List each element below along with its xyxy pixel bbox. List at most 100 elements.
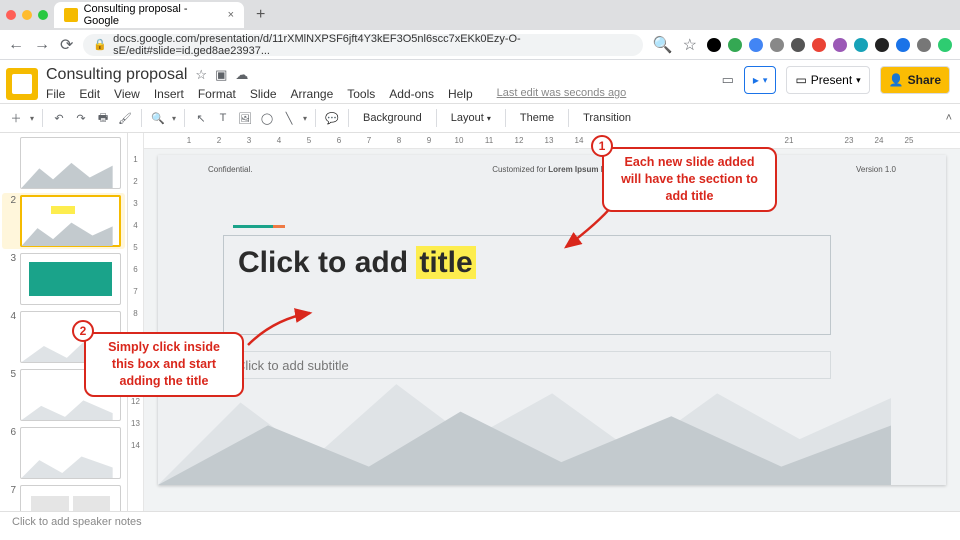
annotation-badge-2: 2 bbox=[72, 320, 94, 342]
forward-icon[interactable]: → bbox=[34, 36, 50, 54]
slide-thumbnail[interactable] bbox=[20, 137, 121, 189]
image-tool-icon[interactable]: 🖼 bbox=[237, 112, 253, 125]
tab-title: Consulting proposal - Google bbox=[84, 3, 222, 27]
paint-format-icon[interactable]: 🖌 bbox=[117, 112, 133, 125]
textbox-tool-icon[interactable]: T bbox=[215, 112, 231, 124]
transition-button[interactable]: Transition bbox=[577, 109, 637, 127]
collapse-toolbar-icon[interactable]: ˄ bbox=[946, 112, 952, 124]
select-tool-icon[interactable]: ↖ bbox=[193, 112, 209, 125]
annotation-callout-2: Simply click inside this box and start a… bbox=[84, 332, 244, 397]
workspace: 2 3 4 5 6 7 8 1 2 3 4 5 6 7 8 9 10 11 12… bbox=[0, 133, 960, 511]
back-icon[interactable]: ← bbox=[8, 36, 24, 54]
ext-icon[interactable] bbox=[791, 38, 805, 52]
menu-slide[interactable]: Slide bbox=[250, 87, 277, 101]
confidential-label: Confidential. bbox=[208, 165, 252, 174]
share-button[interactable]: 👤 Share bbox=[880, 66, 950, 94]
zoom-dropdown[interactable]: 🔍 bbox=[150, 112, 166, 125]
move-doc-icon[interactable]: ▣ bbox=[215, 67, 227, 83]
shape-tool-icon[interactable]: ◯ bbox=[259, 112, 275, 125]
slide-number: 3 bbox=[6, 253, 16, 264]
lock-icon: 🔒 bbox=[93, 38, 107, 51]
menu-help[interactable]: Help bbox=[448, 87, 473, 101]
filmstrip[interactable]: 2 3 4 5 6 7 8 bbox=[0, 133, 128, 511]
ext-icon[interactable] bbox=[728, 38, 742, 52]
url-text: docs.google.com/presentation/d/11rXMlNXP… bbox=[113, 33, 633, 57]
window-max-dot[interactable] bbox=[38, 10, 48, 20]
slide-thumbnail[interactable] bbox=[20, 427, 121, 479]
annotation-callout-1: Each new slide added will have the secti… bbox=[602, 147, 777, 212]
undo-icon[interactable]: ↶ bbox=[51, 112, 67, 125]
ext-icon[interactable] bbox=[707, 38, 721, 52]
comments-icon[interactable]: ▭ bbox=[722, 72, 734, 88]
slide-thumbnail[interactable] bbox=[20, 253, 121, 305]
new-slide-button[interactable]: ＋ bbox=[8, 110, 24, 126]
canvas-area: 123456789101112131421232425 Confidential… bbox=[144, 133, 960, 511]
ext-icon[interactable] bbox=[896, 38, 910, 52]
menu-edit[interactable]: Edit bbox=[79, 87, 100, 101]
theme-button[interactable]: Theme bbox=[514, 109, 560, 127]
title-text: Click to add title bbox=[238, 246, 816, 281]
address-bar[interactable]: 🔒 docs.google.com/presentation/d/11rXMlN… bbox=[83, 34, 642, 56]
zoom-icon[interactable]: 🔍 bbox=[653, 35, 673, 55]
layout-button[interactable]: Layout ▾ bbox=[445, 109, 497, 127]
menu-format[interactable]: Format bbox=[198, 87, 236, 101]
new-tab-button[interactable]: + bbox=[250, 6, 271, 24]
redo-icon[interactable]: ↷ bbox=[73, 112, 89, 125]
tab-close-icon[interactable]: × bbox=[228, 9, 234, 21]
document-title[interactable]: Consulting proposal bbox=[46, 66, 187, 84]
browser-tab[interactable]: Consulting proposal - Google × bbox=[54, 2, 244, 28]
star-icon[interactable]: ☆ bbox=[683, 35, 697, 55]
ruler-vertical: 1 2 3 4 5 6 7 8 9 10 11 12 13 14 bbox=[128, 133, 144, 511]
window-close-dot[interactable] bbox=[6, 10, 16, 20]
slide-number: 6 bbox=[6, 427, 16, 438]
toolbar: ＋▾ ↶ ↷ 🖶 🖌 🔍▾ ↖ T 🖼 ◯ ╲▾ 💬 Background La… bbox=[0, 103, 960, 133]
ext-icon[interactable] bbox=[749, 38, 763, 52]
print-icon[interactable]: 🖶 bbox=[95, 109, 111, 128]
window-min-dot[interactable] bbox=[22, 10, 32, 20]
ext-icon[interactable] bbox=[917, 38, 931, 52]
extensions-area bbox=[707, 38, 952, 52]
slide-number: 5 bbox=[6, 369, 16, 380]
annotation-arrow-2 bbox=[244, 309, 314, 349]
slide-number: 4 bbox=[6, 311, 16, 322]
annotation-badge-1: 1 bbox=[591, 135, 613, 157]
slide-header: Confidential. Customized for Lorem Ipsum… bbox=[208, 165, 896, 174]
star-doc-icon[interactable]: ☆ bbox=[195, 67, 207, 83]
slides-favicon-icon bbox=[64, 8, 78, 22]
menu-view[interactable]: View bbox=[114, 87, 140, 101]
background-button[interactable]: Background bbox=[357, 109, 428, 127]
slide-thumbnail[interactable] bbox=[20, 485, 121, 511]
present-button[interactable]: ▭ Present ▾ bbox=[786, 66, 869, 94]
reload-icon[interactable]: ⟳ bbox=[60, 35, 73, 55]
ext-icon[interactable] bbox=[812, 38, 826, 52]
last-edit-text[interactable]: Last edit was seconds ago bbox=[497, 87, 627, 101]
speaker-notes[interactable]: Click to add speaker notes bbox=[0, 511, 960, 533]
ext-icon[interactable] bbox=[770, 38, 784, 52]
customized-for: Customized for Lorem Ipsum LLC bbox=[492, 165, 616, 174]
menu-addons[interactable]: Add-ons bbox=[389, 87, 434, 101]
cloud-status-icon[interactable]: ☁ bbox=[235, 67, 248, 83]
slide-thumbnail[interactable] bbox=[20, 195, 121, 247]
menu-arrange[interactable]: Arrange bbox=[291, 87, 334, 101]
app-header: Consulting proposal ☆ ▣ ☁ File Edit View… bbox=[0, 60, 960, 103]
version-label: Version 1.0 bbox=[856, 165, 896, 174]
mountain-art bbox=[158, 375, 891, 485]
meet-button[interactable]: ▸▾ bbox=[744, 66, 777, 94]
slide-number: 2 bbox=[6, 195, 16, 206]
browser-tab-strip: Consulting proposal - Google × + bbox=[0, 0, 960, 30]
title-placeholder[interactable]: Click to add title bbox=[223, 235, 831, 335]
slide-number: 7 bbox=[6, 485, 16, 496]
menu-insert[interactable]: Insert bbox=[154, 87, 184, 101]
ext-icon[interactable] bbox=[938, 38, 952, 52]
ext-icon[interactable] bbox=[833, 38, 847, 52]
menu-tools[interactable]: Tools bbox=[347, 87, 375, 101]
line-tool-icon[interactable]: ╲ bbox=[281, 112, 297, 125]
ruler-horizontal: 123456789101112131421232425 bbox=[144, 133, 960, 149]
menu-file[interactable]: File bbox=[46, 87, 65, 101]
ext-icon[interactable] bbox=[854, 38, 868, 52]
accent-bar bbox=[233, 225, 273, 228]
ext-icon[interactable] bbox=[875, 38, 889, 52]
menu-bar: File Edit View Insert Format Slide Arran… bbox=[46, 87, 714, 101]
slides-logo-icon[interactable] bbox=[6, 68, 38, 100]
comment-tool-icon[interactable]: 💬 bbox=[324, 112, 340, 125]
